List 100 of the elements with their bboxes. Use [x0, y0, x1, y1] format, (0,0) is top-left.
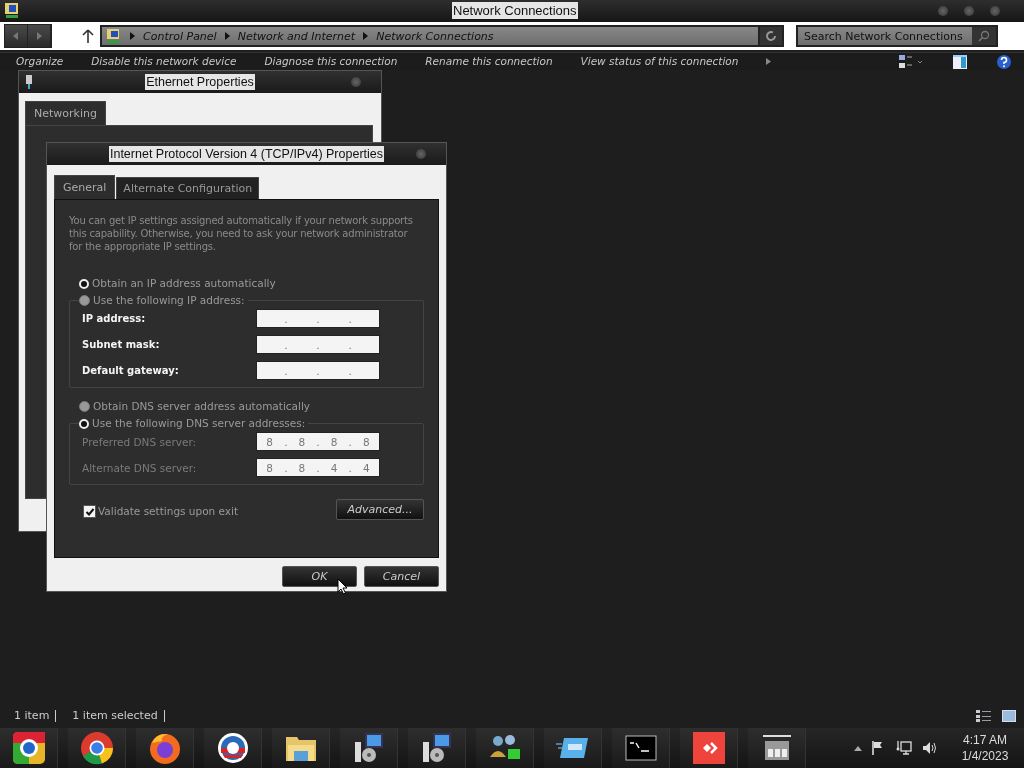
octet-text: 4 [329, 461, 339, 474]
separator-dot: . [316, 312, 320, 325]
separator-dot: . [316, 338, 320, 351]
ring-logo-icon [10, 731, 47, 765]
separator-dot: . [284, 461, 288, 474]
dialog-title: Ethernet Properties [145, 74, 255, 90]
network-icon [106, 28, 122, 44]
terminal-icon [624, 735, 657, 761]
radio-label: Obtain DNS server address automatically [93, 400, 311, 413]
checkbox[interactable] [83, 505, 96, 518]
separator-dot: . [284, 338, 288, 351]
description-text: You can get IP settings assigned automatically if your network supports this capability. Otherwise, you need to ask your network administrator for the appropriate IP settings. [69, 214, 414, 253]
refresh-icon [765, 30, 777, 42]
octet-text: 8 [297, 435, 307, 448]
octet-text: 4 [361, 461, 371, 474]
clock[interactable]: 4:17 AM 1/4/2023 [954, 732, 1016, 764]
network-icon [4, 2, 20, 20]
taskbar-button[interactable] [476, 728, 534, 768]
ip-address-field[interactable]: 8 . 8 . 8 . 8 [256, 432, 380, 451]
installer-icon [420, 732, 453, 764]
taskbar-button[interactable] [340, 728, 398, 768]
ip-address-field[interactable]: . . . [256, 361, 380, 380]
preview-pane-icon[interactable] [952, 53, 968, 70]
chevron-icon [363, 32, 369, 40]
tab[interactable]: General [54, 175, 116, 199]
octet-text: 8 [265, 461, 275, 474]
status-text: 1 item selected [66, 710, 165, 722]
control-panel-icon [761, 735, 792, 761]
field-label: Preferred DNS server: [82, 435, 198, 448]
mouse-cursor-icon [337, 578, 348, 595]
separator-dot: . [284, 312, 288, 325]
flame-globe-icon [147, 731, 182, 765]
command-item[interactable]: Diagnose this connection [264, 55, 398, 68]
close-button[interactable] [990, 6, 1000, 16]
breadcrumb-item[interactable]: Network and Internet [237, 29, 356, 43]
field-label: Default gateway: [82, 365, 180, 376]
close-button[interactable] [351, 77, 361, 87]
separator-dot: . [348, 338, 352, 351]
command-item[interactable]: Rename this connection [425, 55, 553, 68]
refresh-button[interactable] [760, 25, 784, 47]
chevron-icon[interactable] [766, 58, 772, 65]
details-view-icon[interactable] [976, 710, 992, 722]
radio-button[interactable] [79, 295, 90, 306]
tab[interactable]: Networking [25, 101, 106, 125]
octet-text: 8 [265, 435, 275, 448]
back-button[interactable] [5, 25, 28, 47]
forward-button[interactable] [28, 25, 51, 47]
taskbar-button[interactable] [544, 728, 602, 768]
clock-date: 1/4/2023 [961, 748, 1009, 764]
striped-circle-icon [215, 731, 250, 765]
view-options-icon[interactable] [898, 53, 924, 70]
breadcrumb-item[interactable]: Network Connections [376, 29, 494, 43]
taskbar-button[interactable] [272, 728, 330, 768]
octet-text: 8 [329, 435, 339, 448]
up-arrow-icon[interactable] [82, 29, 94, 43]
dialog-button[interactable]: Cancel [364, 566, 439, 587]
separator-dot: . [348, 364, 352, 377]
separator-dot: . [316, 461, 320, 474]
taskbar-button[interactable] [680, 728, 738, 768]
ip-address-field[interactable]: . . . [256, 309, 380, 328]
taskbar-button[interactable] [748, 728, 806, 768]
breadcrumb-item[interactable]: Control Panel [143, 29, 217, 43]
search-field[interactable]: Search Network Connections [796, 25, 998, 47]
field-label: IP address: [82, 313, 147, 324]
speaker-icon[interactable] [922, 741, 938, 755]
network-monitor-icon[interactable] [896, 740, 912, 756]
taskbar-button[interactable] [204, 728, 262, 768]
command-item[interactable]: Organize [16, 55, 64, 68]
taskbar-button[interactable] [408, 728, 466, 768]
dialog-button[interactable]: OK [282, 566, 357, 587]
installer-icon [352, 732, 385, 764]
field-label: Alternate DNS server: [82, 461, 198, 474]
dialog-title: Internet Protocol Version 4 (TCP/IPv4) Properties [108, 146, 384, 162]
ring-logo-icon [79, 731, 114, 765]
taskbar-button[interactable] [68, 728, 126, 768]
field-label: Subnet mask: [82, 339, 161, 350]
separator-dot: . [284, 435, 288, 448]
caret-up-icon[interactable] [854, 745, 862, 751]
advanced-button[interactable]: Advanced... [336, 499, 424, 520]
command-item[interactable]: View status of this connection [580, 55, 739, 68]
radio-label: Obtain an IP address automatically [92, 277, 276, 290]
chevron-icon [130, 32, 135, 40]
maximize-button[interactable] [964, 6, 974, 16]
octet-text: 8 [361, 435, 371, 448]
command-item[interactable]: Disable this network device [91, 55, 237, 68]
ip-address-field[interactable]: 8 . 8 . 4 . 4 [256, 458, 380, 477]
taskbar-button[interactable] [0, 728, 58, 768]
separator-dot: . [348, 461, 352, 474]
ip-address-field[interactable]: . . . [256, 335, 380, 354]
tab[interactable]: Alternate Configuration [116, 177, 260, 199]
window-title: Network Connections [452, 2, 578, 19]
minimize-button[interactable] [938, 6, 948, 16]
search-icon[interactable] [978, 30, 990, 42]
taskbar-button[interactable] [136, 728, 194, 768]
close-button[interactable] [416, 149, 426, 159]
separator-dot: . [316, 364, 320, 377]
help-icon[interactable] [996, 53, 1012, 70]
radio-button[interactable] [79, 401, 90, 412]
address-bar[interactable]: Control Panel Network and Internet Network Connections [100, 25, 760, 47]
radio-label: Use the following IP address: [93, 294, 245, 307]
